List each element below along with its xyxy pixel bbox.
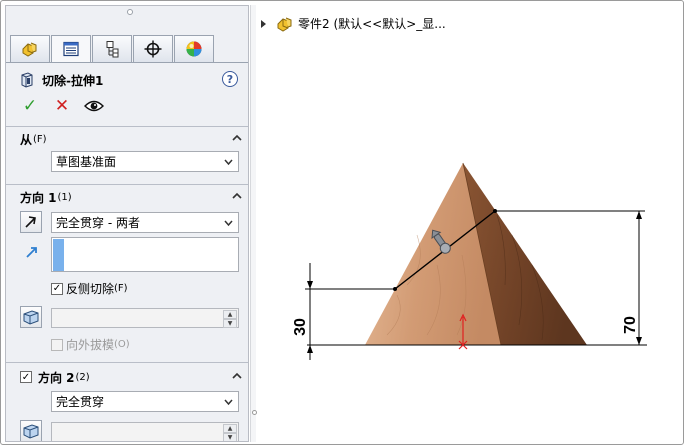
- tab-display-manager[interactable]: [174, 35, 214, 62]
- spin-up-icon[interactable]: ▲: [223, 424, 237, 433]
- direction1-title: 方向 1: [20, 190, 57, 205]
- detailed-preview-button[interactable]: [84, 96, 104, 116]
- eye-icon: [84, 100, 104, 112]
- direction-arrow-icon: [26, 247, 37, 258]
- application-frame: 切除-拉伸1 ? ✓ ✕ 从 (F) 草图基准面 方向 1 (1) 完全贯穿 -…: [0, 0, 684, 445]
- ok-button[interactable]: ✓: [20, 96, 40, 116]
- chevron-down-icon: [224, 220, 233, 227]
- spin-buttons[interactable]: ▲ ▼: [223, 424, 237, 441]
- flip-side-hotkey: (F): [114, 283, 128, 294]
- property-manager-panel: 切除-拉伸1 ? ✓ ✕ 从 (F) 草图基准面 方向 1 (1) 完全贯穿 -…: [5, 5, 249, 442]
- tab-divider: [6, 62, 248, 63]
- draft-outward-label: 向外拔模: [66, 338, 115, 352]
- cut-extrude-icon: [21, 72, 33, 88]
- flip-side-to-cut-checkbox[interactable]: ✓ 反侧切除 (F): [51, 280, 128, 297]
- panel-splitter[interactable]: [250, 5, 257, 442]
- flip-side-label: 反侧切除: [66, 282, 115, 296]
- manager-tabs: [10, 35, 215, 62]
- direction1-group-header[interactable]: 方向 1 (1): [20, 188, 246, 206]
- draft-icon: [23, 310, 39, 325]
- from-group-header[interactable]: 从 (F): [20, 130, 246, 148]
- chevron-up-icon[interactable]: [232, 133, 242, 143]
- part-breadcrumb[interactable]: 零件2 (默认<<默认>_显...: [298, 15, 446, 32]
- spin-buttons[interactable]: ▲ ▼: [223, 310, 237, 328]
- selection-highlight: [53, 239, 64, 271]
- draft-outward-checkbox-box[interactable]: [51, 338, 63, 351]
- flip-side-checkbox-box[interactable]: ✓: [51, 282, 63, 295]
- reverse-direction-button[interactable]: [20, 211, 42, 233]
- graphics-area[interactable]: 30 70 零件2 (默认<<默认>_显...: [257, 5, 681, 442]
- direction-vector-indicator: [24, 244, 40, 260]
- draft-outward-hotkey: (O): [114, 339, 130, 350]
- help-button[interactable]: ?: [222, 71, 238, 87]
- dimension-70-label[interactable]: 70: [622, 316, 639, 334]
- draft-outward-checkbox[interactable]: 向外拔模 (O): [51, 336, 130, 353]
- dimension-arrow: [307, 281, 313, 289]
- direction2-draft-toggle-button[interactable]: [20, 420, 42, 441]
- feature-header: 切除-拉伸1 ?: [20, 70, 244, 90]
- chevron-up-icon[interactable]: [232, 191, 242, 201]
- reverse-direction-icon: [25, 216, 36, 228]
- chevron-up-icon[interactable]: [232, 371, 242, 381]
- part-icon: [277, 17, 292, 32]
- from-group-hotkey: (F): [33, 133, 47, 145]
- property-manager-icon: [63, 41, 79, 57]
- draft-icon: [23, 424, 39, 439]
- direction2-enable-checkbox[interactable]: ✓: [20, 371, 32, 383]
- direction2-title: 方向 2: [38, 370, 75, 385]
- direction2-group-header[interactable]: ✓ 方向 2 (2): [20, 368, 246, 386]
- direction2-draft-angle-spinner[interactable]: ▲ ▼: [51, 422, 239, 441]
- direction2-hotkey: (2): [75, 371, 90, 383]
- direction2-end-condition-select[interactable]: 完全贯穿: [51, 391, 239, 412]
- direction1-hotkey: (1): [57, 191, 72, 203]
- separator: [6, 126, 248, 127]
- direction-reference-listbox[interactable]: [51, 237, 239, 272]
- panel-grip[interactable]: [127, 9, 133, 15]
- configuration-manager-icon: [106, 41, 119, 58]
- spin-down-icon[interactable]: ▼: [223, 319, 237, 328]
- draft-angle-spinner[interactable]: ▲ ▼: [51, 308, 239, 328]
- direction1-end-condition-value: 完全贯穿 - 两者: [56, 216, 140, 230]
- from-condition-select[interactable]: 草图基准面: [51, 151, 239, 172]
- draft-toggle-button[interactable]: [20, 306, 42, 328]
- tab-dimxpert-manager[interactable]: [133, 35, 173, 62]
- direction1-end-condition-select[interactable]: 完全贯穿 - 两者: [51, 212, 239, 233]
- appearance-ball-icon: [186, 41, 202, 57]
- tab-feature-manager[interactable]: [10, 35, 50, 62]
- cancel-button[interactable]: ✕: [52, 96, 72, 116]
- feature-title: 切除-拉伸1: [42, 73, 104, 88]
- direction2-end-condition-value: 完全贯穿: [56, 395, 105, 409]
- feature-tree-flyout[interactable]: 零件2 (默认<<默认>_显...: [261, 15, 446, 32]
- spin-down-icon[interactable]: ▼: [223, 433, 237, 441]
- dimension-arrow: [636, 211, 642, 219]
- dimension-30-label[interactable]: 30: [292, 318, 309, 336]
- action-buttons: ✓ ✕: [20, 96, 104, 116]
- spin-up-icon[interactable]: ▲: [223, 310, 237, 319]
- chevron-down-icon: [224, 399, 233, 406]
- feature-manager-icon: [22, 42, 37, 57]
- crosshair-icon: [144, 40, 162, 58]
- separator: [6, 362, 248, 363]
- dimension-arrow: [307, 345, 313, 353]
- chevron-down-icon: [224, 159, 233, 166]
- from-group-title: 从: [20, 132, 33, 147]
- model-viewport[interactable]: 30 70: [257, 5, 681, 442]
- expand-arrow-icon[interactable]: [261, 19, 266, 28]
- dimension-arrow: [636, 337, 642, 345]
- tab-property-manager[interactable]: [51, 35, 91, 62]
- separator: [6, 184, 248, 185]
- tab-configuration-manager[interactable]: [92, 35, 132, 62]
- from-condition-value: 草图基准面: [56, 155, 117, 169]
